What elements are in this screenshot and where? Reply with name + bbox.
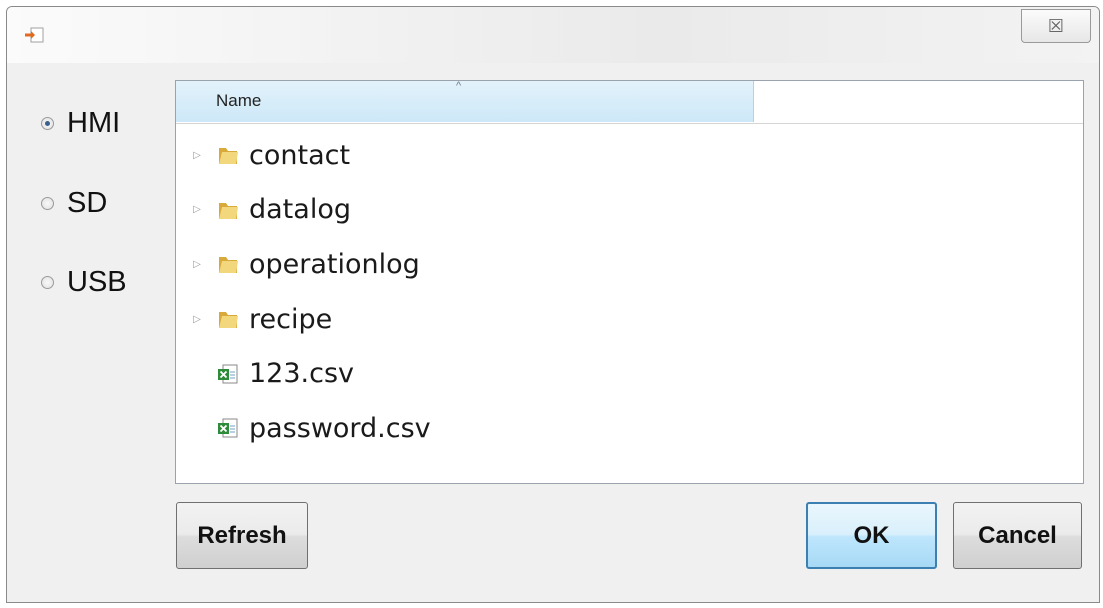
cancel-button[interactable]: Cancel [953, 502, 1082, 569]
radio-label-sd: SD [67, 187, 108, 219]
expand-triangle-icon[interactable]: ▷ [192, 204, 202, 215]
radio-hmi[interactable]: HMI [41, 107, 120, 140]
refresh-button[interactable]: Refresh [176, 502, 308, 569]
close-icon: ☒ [1047, 15, 1065, 37]
column-header-name[interactable]: ^ Name [176, 80, 754, 122]
excel-csv-icon [218, 418, 238, 438]
column-header-row: ^ Name [176, 80, 1083, 124]
radio-button[interactable] [41, 197, 54, 210]
expand-triangle-icon[interactable]: ▷ [192, 314, 202, 325]
folder-icon [219, 312, 238, 329]
item-name: datalog [249, 194, 351, 226]
item-name: recipe [249, 303, 333, 335]
list-item-folder-recipe[interactable]: ▷ recipe [176, 292, 1083, 347]
item-name: 123.csv [249, 358, 355, 390]
radio-button-checked[interactable] [41, 117, 54, 130]
excel-csv-icon [218, 364, 238, 384]
folder-icon [219, 148, 238, 165]
radio-label-hmi: HMI [67, 107, 121, 139]
list-item-folder-datalog[interactable]: ▷ datalog [176, 183, 1083, 238]
radio-button[interactable] [41, 276, 54, 289]
list-item-file-123-csv[interactable]: 123.csv [176, 346, 1083, 401]
dialog-body: HMI SD USB ^ Name ▷ contact ▷ datalog ▷ … [17, 63, 1089, 593]
item-name: contact [249, 139, 351, 171]
column-header-name-label: Name [216, 91, 262, 110]
folder-icon [219, 202, 238, 219]
ok-button[interactable]: OK [806, 502, 937, 569]
expand-triangle-icon[interactable]: ▷ [192, 259, 202, 270]
item-name: password.csv [249, 412, 431, 444]
list-item-folder-contact[interactable]: ▷ contact [176, 128, 1083, 183]
expand-triangle-icon[interactable]: ▷ [192, 150, 202, 161]
folder-icon [219, 257, 238, 274]
list-item-folder-operationlog[interactable]: ▷ operationlog [176, 237, 1083, 292]
title-bar: ☒ [7, 7, 1099, 63]
list-item-file-password-csv[interactable]: password.csv [176, 401, 1083, 456]
close-button[interactable]: ☒ [1021, 9, 1091, 43]
radio-label-usb: USB [67, 266, 127, 298]
sort-ascending-icon: ^ [456, 80, 462, 92]
radio-usb[interactable]: USB [41, 266, 127, 299]
radio-sd[interactable]: SD [41, 187, 107, 220]
item-name: operationlog [249, 248, 420, 280]
file-dialog-window: ☒ HMI SD USB ^ Name ▷ contact ▷ datalog … [6, 6, 1100, 603]
file-tree-list[interactable]: ^ Name ▷ contact ▷ datalog ▷ operationlo… [175, 80, 1084, 484]
import-icon [25, 27, 44, 43]
file-rows: ▷ contact ▷ datalog ▷ operationlog ▷ rec… [176, 128, 1083, 456]
